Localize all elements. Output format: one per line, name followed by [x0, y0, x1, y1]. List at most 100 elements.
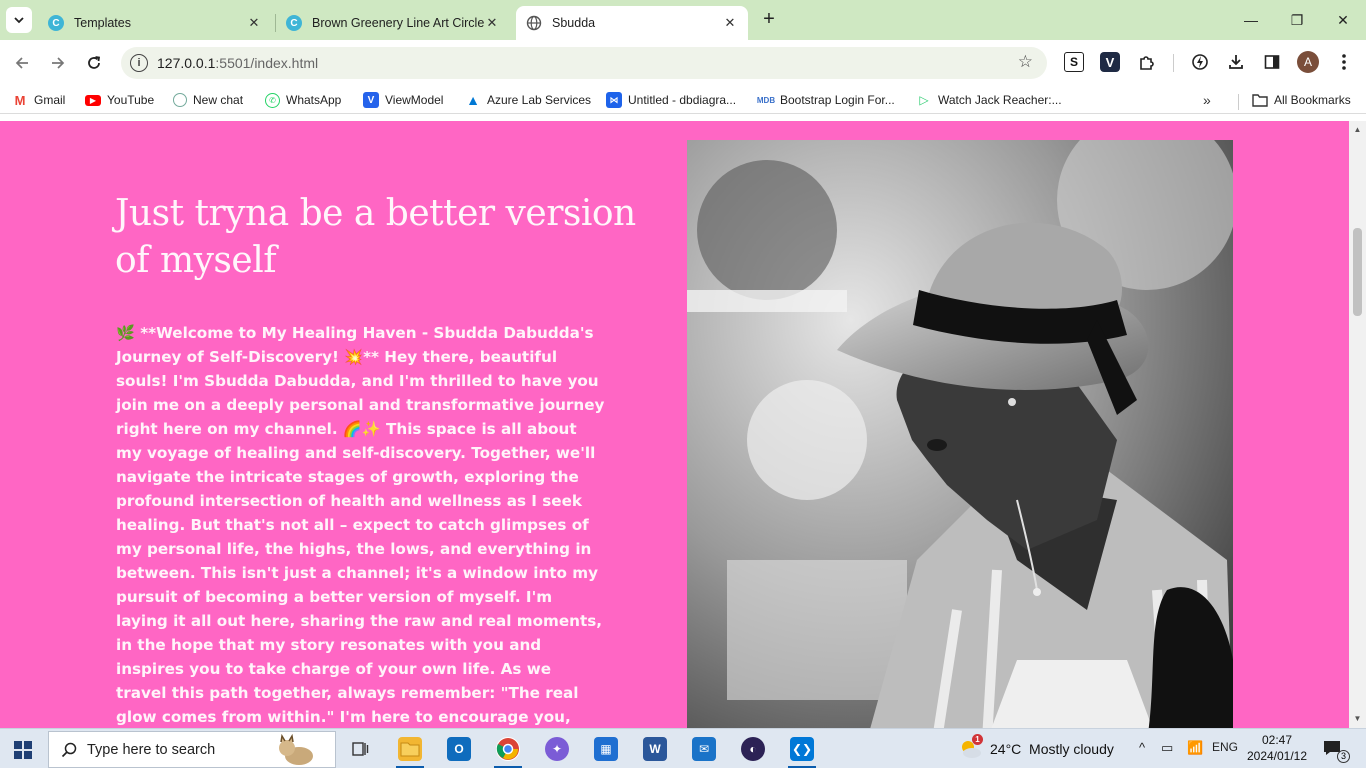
- forward-button[interactable]: [45, 50, 71, 76]
- page-headline: Just tryna be a better version of myself: [115, 193, 636, 281]
- task-view-icon[interactable]: [348, 737, 372, 761]
- bookmark-new-chat[interactable]: New chat: [173, 90, 243, 110]
- language-indicator[interactable]: ENG: [1212, 740, 1238, 754]
- outlook-icon[interactable]: O: [447, 737, 471, 761]
- chrome-icon[interactable]: [496, 737, 520, 761]
- notification-count: 3: [1337, 750, 1350, 763]
- vscode-icon[interactable]: ❮❯: [790, 737, 814, 761]
- bookmark-label: Untitled - dbdiagra...: [628, 93, 737, 107]
- wifi-icon[interactable]: 📶: [1187, 740, 1203, 756]
- taskbar-search[interactable]: Type here to search: [48, 731, 336, 768]
- new-tab-button[interactable]: +: [758, 9, 780, 31]
- tab-title: Brown Greenery Line Art Circle I: [312, 16, 484, 30]
- download-icon[interactable]: [1226, 52, 1246, 72]
- site-info-icon[interactable]: i: [130, 54, 148, 72]
- maximize-button[interactable]: ❐: [1274, 0, 1320, 40]
- search-icon: [61, 742, 77, 757]
- display-tray-icon[interactable]: ▭: [1161, 740, 1173, 756]
- intro-paragraph: 🌿 **Welcome to My Healing Haven - Sbudda…: [116, 324, 605, 726]
- url-path: :5501/index.html: [215, 55, 319, 71]
- extension-v-icon[interactable]: V: [1100, 52, 1120, 72]
- bookmark-gmail[interactable]: M Gmail: [12, 90, 66, 110]
- bookmark-watch-jack-reacher[interactable]: ▷ Watch Jack Reacher:...: [916, 90, 1062, 110]
- close-tab-icon[interactable]: ✕: [246, 15, 262, 31]
- bookmark-label: ViewModel: [385, 93, 444, 107]
- profile-avatar[interactable]: A: [1297, 51, 1319, 73]
- scrollbar-thumb[interactable]: [1353, 228, 1362, 316]
- scroll-down-arrow-icon[interactable]: ▼: [1349, 712, 1366, 726]
- page-scrollbar[interactable]: ▲ ▼: [1349, 121, 1366, 728]
- chevron-down-icon: [14, 17, 24, 24]
- side-panel-icon[interactable]: [1262, 52, 1282, 72]
- arrow-right-icon: [52, 57, 65, 69]
- store-icon[interactable]: ▦: [594, 737, 618, 761]
- mdb-icon: MDB: [756, 95, 776, 105]
- windows-taskbar: Type here to search O ✦ ▦ W ✉ ◐ ❮❯ 1 24°…: [0, 728, 1366, 768]
- all-bookmarks-button[interactable]: All Bookmarks: [1252, 90, 1351, 110]
- bookmark-label: Watch Jack Reacher:...: [938, 93, 1062, 107]
- bookmark-star-icon[interactable]: ☆: [1018, 52, 1033, 72]
- bookmark-whatsapp[interactable]: ✆ WhatsApp: [265, 90, 341, 110]
- eclipse-icon[interactable]: ◐: [741, 737, 765, 761]
- file-explorer-icon[interactable]: [398, 737, 422, 761]
- clock-time: 02:47: [1261, 733, 1293, 747]
- search-placeholder: Type here to search: [87, 741, 216, 758]
- performance-icon[interactable]: [1190, 52, 1210, 72]
- extensions-puzzle-icon[interactable]: [1137, 52, 1157, 72]
- menu-kebab-icon[interactable]: [1334, 52, 1354, 72]
- weather-alert-badge: 1: [972, 734, 983, 745]
- reload-icon: [88, 56, 101, 69]
- word-icon[interactable]: W: [643, 737, 667, 761]
- tab-brown-greenery[interactable]: C Brown Greenery Line Art Circle I ✕: [276, 6, 510, 40]
- tab-title: Templates: [74, 16, 131, 30]
- notification-center-icon[interactable]: 3: [1322, 739, 1350, 763]
- profile-photo: [687, 140, 1233, 728]
- bookmark-viewmodel[interactable]: V ViewModel: [363, 90, 443, 110]
- scroll-up-arrow-icon[interactable]: ▲: [1349, 123, 1366, 137]
- bookmark-label: YouTube: [107, 93, 155, 107]
- url-host: 127.0.0.1: [157, 55, 216, 71]
- close-tab-icon[interactable]: ✕: [722, 15, 738, 31]
- address-bar[interactable]: i 127.0.0.1:5501/index.html ☆: [121, 47, 1047, 79]
- partly-cloudy-icon: 1: [958, 734, 983, 761]
- canva-icon: C: [48, 15, 64, 31]
- bookmark-youtube[interactable]: ▶ YouTube: [85, 90, 154, 110]
- bookmarks-overflow-button[interactable]: »: [1203, 92, 1211, 108]
- browser-toolbar: i 127.0.0.1:5501/index.html ☆ S V A: [0, 40, 1366, 86]
- youtube-icon: ▶: [85, 94, 101, 106]
- url-text: 127.0.0.1:5501/index.html: [157, 55, 318, 71]
- viewmodel-icon: V: [363, 92, 379, 108]
- bookmark-label: Azure Lab Services: [487, 93, 592, 107]
- tab-sbudda[interactable]: Sbudda ✕: [516, 6, 748, 40]
- bookmark-label: New chat: [193, 93, 244, 107]
- all-bookmarks-label: All Bookmarks: [1274, 93, 1351, 107]
- back-button[interactable]: [9, 50, 35, 76]
- globe-icon: [526, 15, 542, 31]
- mail-icon[interactable]: ✉: [692, 737, 716, 761]
- close-tab-icon[interactable]: ✕: [484, 15, 500, 31]
- bookmarks-separator: [1238, 94, 1239, 110]
- folder-icon: [1252, 92, 1268, 108]
- canva-icon: C: [286, 15, 302, 31]
- reload-button[interactable]: [81, 50, 107, 76]
- azure-icon: ▲: [466, 92, 480, 108]
- extension-s-icon[interactable]: S: [1064, 52, 1084, 72]
- arrow-left-icon: [15, 57, 28, 69]
- chatgpt-icon: [173, 93, 187, 107]
- tab-search-button[interactable]: [6, 7, 32, 33]
- minimize-button[interactable]: —: [1228, 0, 1274, 40]
- bookmark-label: Bootstrap Login For...: [780, 93, 895, 107]
- bookmark-dbdiagram[interactable]: ⋈ Untitled - dbdiagra...: [606, 90, 736, 110]
- system-clock[interactable]: 02:47 2024/01/12: [1245, 732, 1309, 764]
- windows-start-icon[interactable]: [14, 741, 32, 759]
- bookmark-azure[interactable]: ▲ Azure Lab Services: [465, 90, 591, 110]
- page-viewport: Just tryna be a better version of myself…: [0, 121, 1349, 728]
- weather-widget[interactable]: 1 24°C Mostly cloudy: [958, 734, 1114, 761]
- bookmarks-bar: M Gmail ▶ YouTube New chat ✆ WhatsApp V …: [0, 86, 1366, 114]
- bookmark-bootstrap-login[interactable]: MDB Bootstrap Login For...: [756, 90, 895, 110]
- tray-chevron-up-icon[interactable]: ^: [1139, 740, 1145, 755]
- tab-templates[interactable]: C Templates ✕: [38, 6, 272, 40]
- copilot-icon[interactable]: ✦: [545, 737, 569, 761]
- close-window-button[interactable]: ✕: [1320, 0, 1366, 40]
- bookmark-label: Gmail: [34, 93, 66, 107]
